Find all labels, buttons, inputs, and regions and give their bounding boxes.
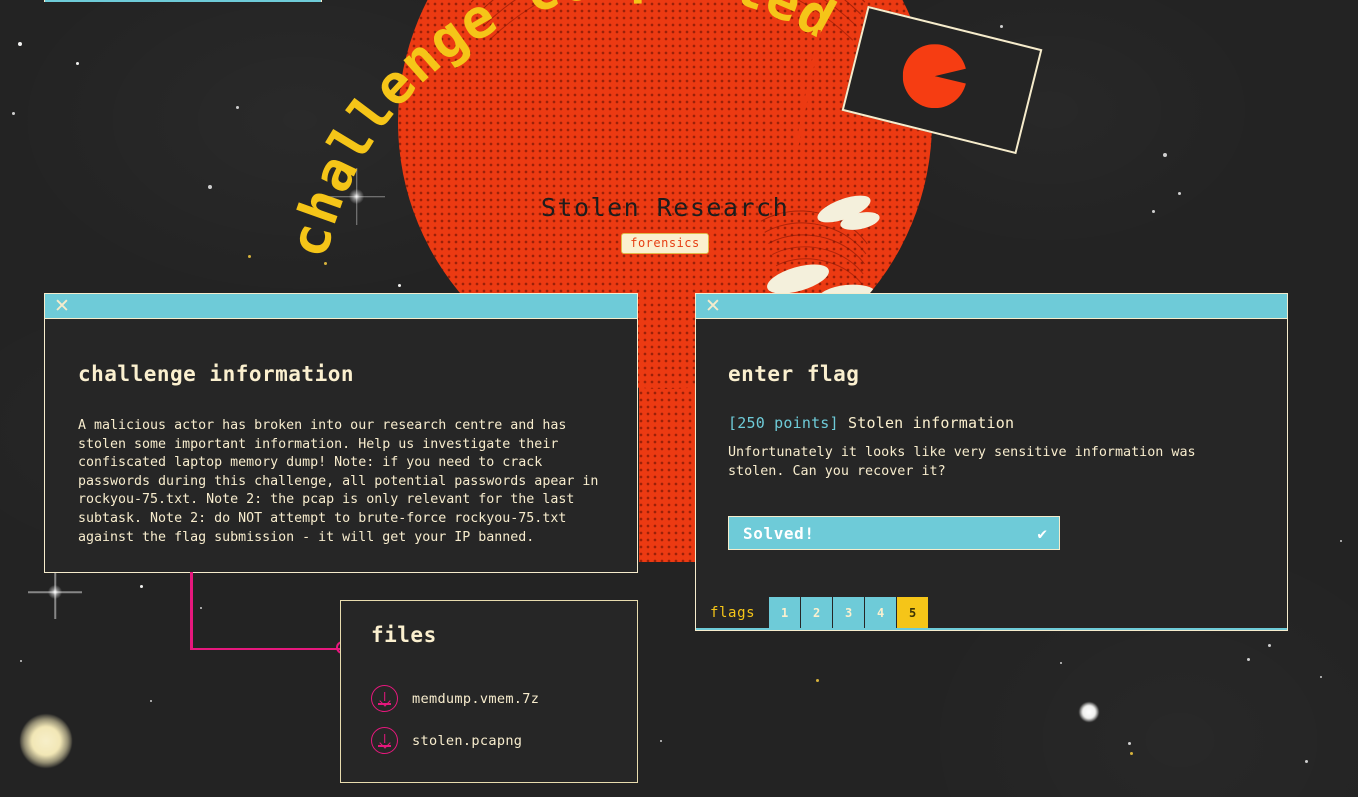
file-name: memdump.vmem.7z (412, 690, 540, 707)
flag-tab-2[interactable]: 2 (801, 597, 833, 628)
challenge-title: Stolen Research (540, 193, 790, 222)
subtask-title: [250 points] Stolen information (728, 414, 1287, 432)
challenge-category-badge: forensics (398, 232, 932, 254)
enter-flag-heading: enter flag (728, 362, 860, 386)
challenge-information-titlebar[interactable]: ✕ (44, 293, 638, 318)
flag-tab-5[interactable]: 5 (897, 597, 929, 628)
flag-tab-4[interactable]: 4 (865, 597, 897, 628)
offscreen-window-titlebar[interactable] (44, 0, 322, 2)
connector-horizontal (190, 647, 343, 650)
check-icon: ✔ (1037, 523, 1047, 543)
enter-flag-window: ✕ enter flag [250 points] Stolen informa… (695, 293, 1288, 631)
connector-line (190, 572, 350, 657)
challenge-category-label: forensics (621, 233, 709, 254)
files-window-body: files memdump.vmem.7z stolen.pcapng (340, 600, 638, 783)
connector-vertical (190, 572, 193, 650)
close-icon[interactable]: ✕ (705, 296, 721, 316)
challenge-information-body: challenge information A malicious actor … (44, 318, 638, 573)
offscreen-window (44, 0, 322, 2)
flag-tabs: flags 12345 (696, 597, 1287, 630)
files-list: memdump.vmem.7z stolen.pcapng (371, 685, 613, 754)
download-icon[interactable] (371, 685, 398, 712)
list-item[interactable]: memdump.vmem.7z (371, 685, 613, 712)
download-icon[interactable] (371, 727, 398, 754)
subtask-name: Stolen information (848, 414, 1015, 432)
subtask-description: Unfortunately it looks like very sensiti… (728, 445, 1196, 479)
solved-label: Solved! (743, 523, 815, 543)
list-item[interactable]: stolen.pcapng (371, 727, 613, 754)
pacman-icon (903, 44, 967, 108)
planted-flag-decoration (792, 5, 1043, 178)
flag-tab-3[interactable]: 3 (833, 597, 865, 628)
close-icon[interactable]: ✕ (54, 296, 70, 316)
files-heading: files (371, 623, 437, 647)
enter-flag-titlebar[interactable]: ✕ (695, 293, 1288, 318)
status-badge: Solved! ✔ (728, 516, 1060, 550)
challenge-information-window: ✕ challenge information A malicious acto… (44, 293, 638, 573)
files-window: files memdump.vmem.7z stolen.pcapng (340, 600, 638, 783)
flag-tabs-list: 12345 (769, 597, 929, 628)
enter-flag-body: enter flag [250 points] Stolen informati… (695, 318, 1288, 631)
challenge-information-text: A malicious actor has broken into our re… (78, 418, 607, 545)
flag-tabs-label: flags (710, 605, 756, 621)
subtask-points: [250 points] (728, 414, 839, 432)
challenge-information-heading: challenge information (78, 362, 355, 386)
file-name: stolen.pcapng (412, 732, 523, 749)
flag-tab-1[interactable]: 1 (769, 597, 801, 628)
